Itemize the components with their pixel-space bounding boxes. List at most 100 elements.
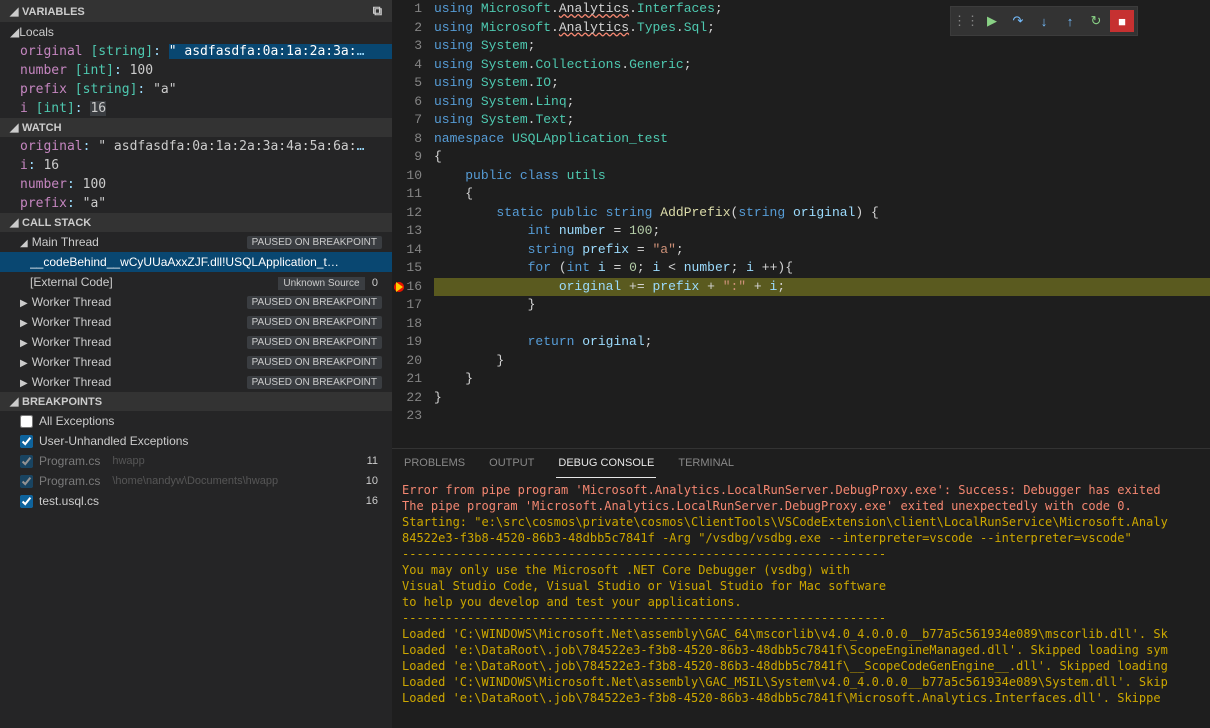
breakpoint-row[interactable]: All Exceptions	[0, 411, 392, 431]
callstack-thread-worker[interactable]: ▶Worker ThreadPAUSED ON BREAKPOINT	[0, 372, 392, 392]
variable-row[interactable]: i [int]: 16	[0, 99, 392, 118]
debug-toolbar[interactable]: ⋮⋮ ▶ ↷ ↓ ↑ ↻ ■	[950, 6, 1138, 36]
console-line: Loaded 'C:\WINDOWS\Microsoft.Net\assembl…	[402, 626, 1200, 642]
watch-row[interactable]: prefix: "a"	[0, 194, 392, 213]
callstack-title: CALL STACK	[22, 217, 91, 229]
code-line[interactable]: using System;	[434, 37, 1210, 56]
restart-button[interactable]: ↻	[1084, 10, 1108, 32]
breakpoint-checkbox[interactable]	[20, 415, 33, 428]
console-line: The pipe program 'Microsoft.Analytics.Lo…	[402, 498, 1200, 514]
callstack-thread-worker[interactable]: ▶Worker ThreadPAUSED ON BREAKPOINT	[0, 332, 392, 352]
breakpoint-checkbox[interactable]	[20, 495, 33, 508]
chevron-down-icon: ◢	[20, 238, 28, 249]
variables-title: VARIABLES	[22, 6, 85, 18]
code-line[interactable]	[434, 407, 1210, 426]
breakpoints-header[interactable]: ◢ BREAKPOINTS	[0, 392, 392, 411]
console-line: Visual Studio Code, Visual Studio or Vis…	[402, 578, 1200, 594]
console-line: to help you develop and test your applic…	[402, 594, 1200, 610]
watch-row[interactable]: number: 100	[0, 175, 392, 194]
callstack-thread-worker[interactable]: ▶Worker ThreadPAUSED ON BREAKPOINT	[0, 352, 392, 372]
debug-console[interactable]: Error from pipe program 'Microsoft.Analy…	[392, 478, 1210, 728]
code-line[interactable]: }	[434, 296, 1210, 315]
code-line[interactable]: for (int i = 0; i < number; i ++){	[434, 259, 1210, 278]
code-line[interactable]: {	[434, 185, 1210, 204]
collapse-all-icon[interactable]: ⧉	[373, 3, 382, 19]
main-area: 1234567891011121314151617181920212223 us…	[392, 0, 1210, 728]
variable-row[interactable]: prefix [string]: "a"	[0, 80, 392, 99]
console-line: Loaded 'C:\WINDOWS\Microsoft.Net\assembl…	[402, 674, 1200, 690]
code-line[interactable]: }	[434, 370, 1210, 389]
breakpoint-checkbox[interactable]	[20, 455, 33, 468]
callstack-frame[interactable]: [External Code]Unknown Source 0	[0, 272, 392, 292]
panel-tab-problems[interactable]: PROBLEMS	[402, 449, 467, 478]
restart-icon: ↻	[1091, 13, 1102, 29]
code-line[interactable]: using System.IO;	[434, 74, 1210, 93]
code-line[interactable]	[434, 315, 1210, 334]
step-into-button[interactable]: ↓	[1032, 10, 1056, 32]
step-over-icon: ↷	[1013, 13, 1024, 29]
step-over-button[interactable]: ↷	[1006, 10, 1030, 32]
callstack-header[interactable]: ◢CALL STACK	[0, 213, 392, 232]
code-line[interactable]: return original;	[434, 333, 1210, 352]
line-gutter: 1234567891011121314151617181920212223	[392, 0, 434, 448]
breakpoint-checkbox[interactable]	[20, 475, 33, 488]
callstack-thread-worker[interactable]: ▶Worker ThreadPAUSED ON BREAKPOINT	[0, 312, 392, 332]
chevron-down-icon: ◢	[10, 121, 18, 134]
watch-row[interactable]: original: " asdfasdfa:0a:1a:2a:3a:4a:5a:…	[0, 137, 392, 156]
play-icon: ▶	[987, 13, 997, 29]
console-line: Error from pipe program 'Microsoft.Analy…	[402, 482, 1200, 498]
callstack-thread-worker[interactable]: ▶Worker ThreadPAUSED ON BREAKPOINT	[0, 292, 392, 312]
variables-header[interactable]: ◢ VARIABLES ⧉	[0, 0, 392, 22]
code-line[interactable]: public class utils	[434, 167, 1210, 186]
panel-tabs: PROBLEMS OUTPUT DEBUG CONSOLE TERMINAL	[392, 448, 1210, 478]
continue-button[interactable]: ▶	[980, 10, 1004, 32]
chevron-down-icon: ◢	[10, 395, 18, 408]
breakpoint-row[interactable]: User-Unhandled Exceptions	[0, 431, 392, 451]
drag-handle-icon[interactable]: ⋮⋮	[954, 10, 978, 32]
console-line: 84522e3-f3b8-4520-86b3-48dbb5c7841f -Arg…	[402, 530, 1200, 546]
code-line[interactable]: original += prefix + ":" + i;	[434, 278, 1210, 297]
paused-badge: PAUSED ON BREAKPOINT	[247, 236, 382, 249]
console-line: ----------------------------------------…	[402, 610, 1200, 626]
step-out-icon: ↑	[1067, 14, 1074, 29]
console-line: Loaded 'e:\DataRoot\.job\784522e3-f3b8-4…	[402, 690, 1200, 706]
code-line[interactable]: using System.Text;	[434, 111, 1210, 130]
variable-row[interactable]: original [string]: " asdfasdfa:0a:1a:2a:…	[0, 42, 392, 61]
breakpoints-title: BREAKPOINTS	[22, 396, 102, 408]
watch-row[interactable]: i: 16	[0, 156, 392, 175]
callstack-frame[interactable]: __codeBehind__wCyUUaAxxZJF.dll!USQLAppli…	[0, 252, 392, 272]
breakpoint-row[interactable]: Program.cshwapp11	[0, 451, 392, 471]
code-line[interactable]: namespace USQLApplication_test	[434, 130, 1210, 149]
variable-row[interactable]: number [int]: 100	[0, 61, 392, 80]
code-line[interactable]: using System.Collections.Generic;	[434, 56, 1210, 75]
panel-tab-debug-console[interactable]: DEBUG CONSOLE	[556, 449, 656, 478]
debug-sidebar: ◢VARIABLES ⧉ ◢Locals original [string]: …	[0, 0, 392, 728]
step-out-button[interactable]: ↑	[1058, 10, 1082, 32]
breakpoint-row[interactable]: Program.cs\home\nandyw\Documents\hwapp10	[0, 471, 392, 491]
callstack-thread-main[interactable]: ◢Main Thread PAUSED ON BREAKPOINT	[0, 232, 392, 252]
code-line[interactable]: int number = 100;	[434, 222, 1210, 241]
code-line[interactable]: }	[434, 389, 1210, 408]
watch-header[interactable]: ◢WATCH	[0, 118, 392, 137]
code-editor[interactable]: 1234567891011121314151617181920212223 us…	[392, 0, 1210, 448]
step-into-icon: ↓	[1041, 14, 1048, 29]
breakpoint-checkbox[interactable]	[20, 435, 33, 448]
console-line: You may only use the Microsoft .NET Core…	[402, 562, 1200, 578]
chevron-down-icon: ◢	[10, 5, 18, 18]
locals-header[interactable]: ◢Locals	[0, 22, 392, 42]
console-line: Loaded 'e:\DataRoot\.job\784522e3-f3b8-4…	[402, 658, 1200, 674]
console-line: ----------------------------------------…	[402, 546, 1200, 562]
code-line[interactable]: using System.Linq;	[434, 93, 1210, 112]
panel-tab-terminal[interactable]: TERMINAL	[676, 449, 736, 478]
chevron-down-icon: ◢	[10, 25, 19, 39]
code-content[interactable]: using Microsoft.Analytics.Interfaces;usi…	[434, 0, 1210, 448]
code-line[interactable]: }	[434, 352, 1210, 371]
console-line: Starting: "e:\src\cosmos\private\cosmos\…	[402, 514, 1200, 530]
stop-icon: ■	[1118, 14, 1126, 29]
code-line[interactable]: static public string AddPrefix(string or…	[434, 204, 1210, 223]
breakpoint-row[interactable]: test.usql.cs16	[0, 491, 392, 511]
panel-tab-output[interactable]: OUTPUT	[487, 449, 536, 478]
code-line[interactable]: {	[434, 148, 1210, 167]
stop-button[interactable]: ■	[1110, 10, 1134, 32]
code-line[interactable]: string prefix = "a";	[434, 241, 1210, 260]
